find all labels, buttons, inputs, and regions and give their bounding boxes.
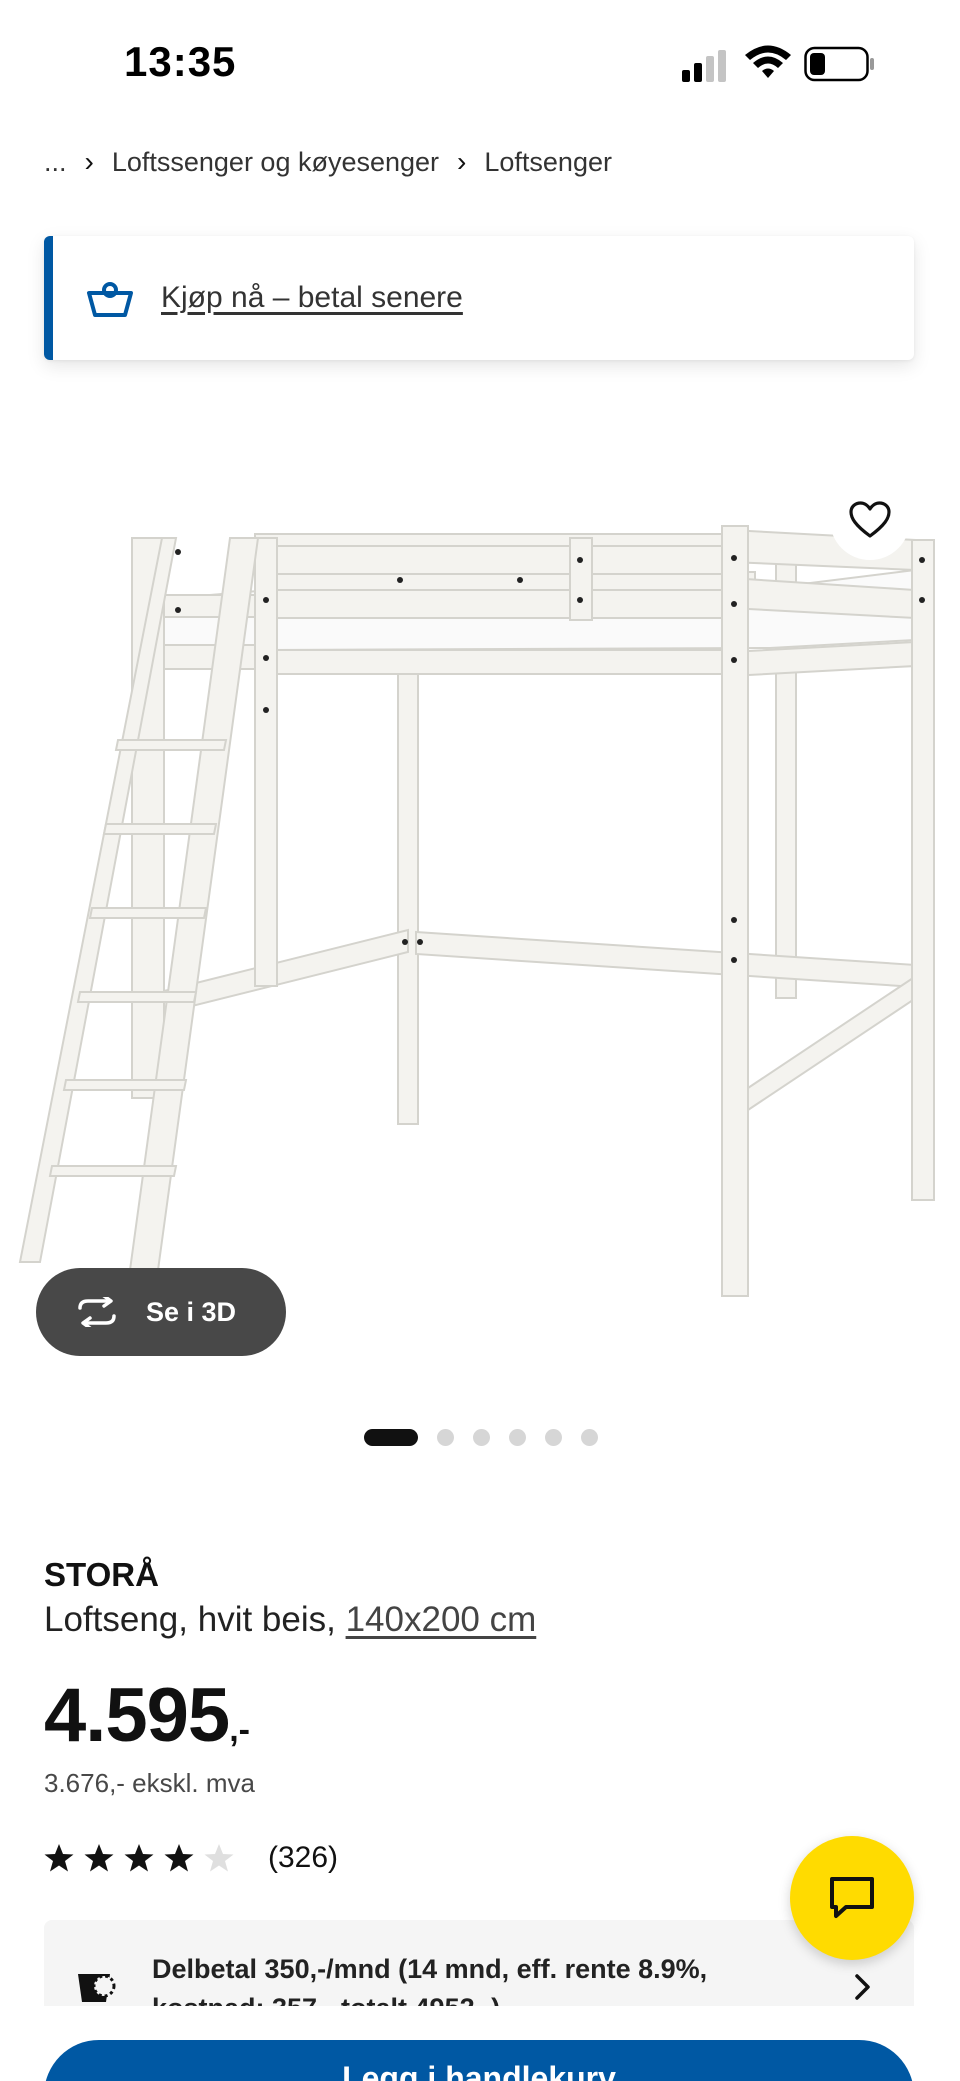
product-description: Loftseng, hvit beis, 140x200 cm bbox=[44, 1600, 536, 1640]
rating-count: (326) bbox=[268, 1841, 339, 1874]
chevron-right-icon bbox=[855, 1974, 870, 2000]
star-icon bbox=[124, 1844, 154, 1872]
heart-icon bbox=[849, 501, 891, 538]
chat-button[interactable] bbox=[790, 1836, 914, 1960]
product-name: STORÅ bbox=[44, 1556, 159, 1593]
carousel-dot-1[interactable] bbox=[364, 1428, 418, 1446]
carousel-dot-3[interactable] bbox=[473, 1428, 490, 1446]
installment-offer[interactable]: Delbetal 350,-/mnd (14 mnd, eff. rente 8… bbox=[44, 1920, 914, 2006]
product-description-text: Loftseng, hvit beis, bbox=[44, 1600, 336, 1639]
breadcrumb: ... › Loftssenger og køyesenger › Loftse… bbox=[44, 142, 612, 182]
star-icon bbox=[44, 1844, 74, 1872]
wifi-icon bbox=[745, 45, 791, 78]
chat-icon bbox=[830, 1877, 874, 1918]
see-in-3d-label: Se i 3D bbox=[146, 1296, 237, 1327]
carousel-dot-4[interactable] bbox=[509, 1428, 526, 1446]
price-excl-vat: 3.676,- ekskl. mva bbox=[44, 1768, 255, 1798]
see-in-3d-button[interactable]: Se i 3D bbox=[36, 1268, 286, 1356]
price-suffix: ,- bbox=[229, 1711, 250, 1749]
star-empty-icon bbox=[204, 1844, 234, 1872]
chevron-right-icon: › bbox=[84, 146, 94, 177]
installment-text: Delbetal 350,-/mnd (14 mnd, eff. rente 8… bbox=[152, 1954, 708, 2006]
star-icon bbox=[164, 1844, 194, 1872]
buy-now-pay-later-link[interactable]: Kjøp nå – betal senere bbox=[161, 281, 463, 315]
battery-icon bbox=[804, 46, 874, 82]
chevron-right-icon: › bbox=[457, 146, 467, 177]
star-icon bbox=[84, 1844, 114, 1872]
breadcrumb-item-lofts-and-bunk-beds[interactable]: Loftssenger og køyesenger bbox=[112, 147, 439, 178]
product-size-link[interactable]: 140x200 cm bbox=[346, 1600, 537, 1639]
product-price: 4.595,- bbox=[44, 1672, 250, 1759]
basket-icon bbox=[87, 282, 133, 317]
carousel-indicator bbox=[364, 1428, 617, 1446]
product-rating[interactable]: (326) bbox=[44, 1838, 338, 1878]
carousel-dot-2[interactable] bbox=[437, 1428, 454, 1446]
product-page: 13:35 ... › Loftssenger og køyesenger › … bbox=[0, 0, 960, 2081]
product-image[interactable] bbox=[0, 420, 960, 1400]
status-bar: 13:35 bbox=[0, 0, 960, 130]
add-to-cart-button[interactable]: Legg i handlekurv bbox=[44, 2040, 914, 2081]
favourite-button[interactable] bbox=[830, 480, 910, 560]
status-time: 13:35 bbox=[124, 38, 237, 85]
buy-now-pay-later-banner[interactable]: Kjøp nå – betal senere bbox=[44, 236, 914, 360]
breadcrumb-ellipsis[interactable]: ... bbox=[44, 147, 67, 178]
price-integer: 4.595 bbox=[44, 1673, 230, 1758]
carousel-dot-5[interactable] bbox=[545, 1428, 562, 1446]
signal-icon bbox=[682, 50, 726, 82]
breadcrumb-item-loft-beds[interactable]: Loftsenger bbox=[484, 147, 612, 178]
banner-accent-bar bbox=[44, 236, 53, 360]
carousel-dot-6[interactable] bbox=[581, 1428, 598, 1446]
installment-icon bbox=[78, 1974, 116, 2002]
rotate-3d-icon bbox=[78, 1297, 116, 1327]
